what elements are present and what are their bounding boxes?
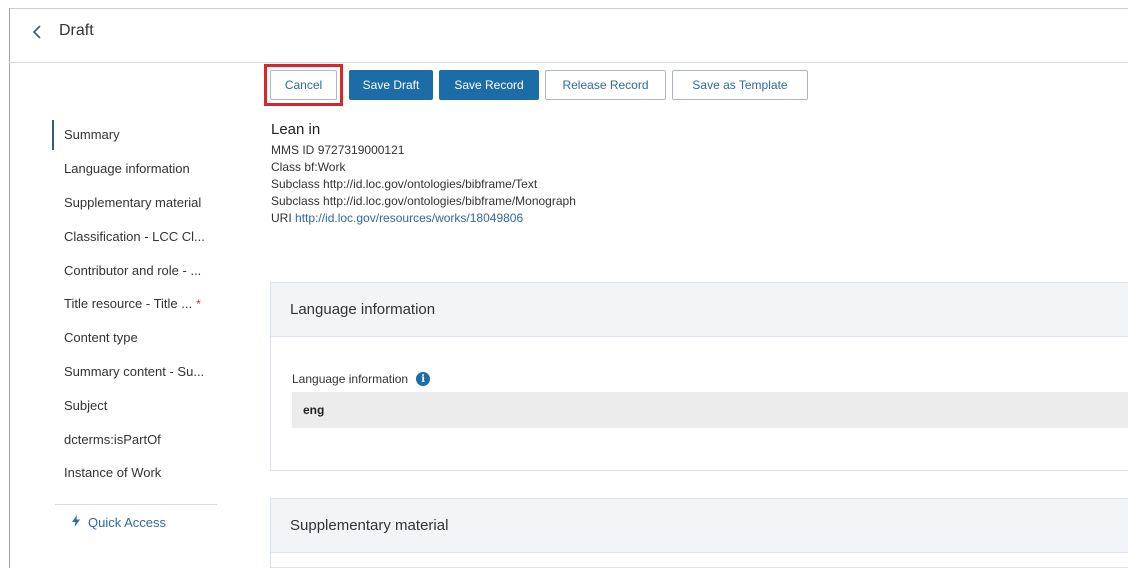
uri-line: URI http://id.loc.gov/resources/works/18…: [271, 210, 576, 227]
sidebar-item-supplementary-material[interactable]: Supplementary material: [52, 186, 232, 220]
sidebar-item-instance-of-work[interactable]: Instance of Work: [52, 456, 232, 490]
record-title: Lean in: [271, 121, 321, 138]
sidebar-item-label: Contributor and role - ...: [64, 262, 202, 278]
subclass-value: http://id.loc.gov/ontologies/bibframe/Te…: [323, 177, 538, 191]
sidebar-item-summary[interactable]: Summary: [52, 118, 232, 152]
chevron-left-icon[interactable]: [25, 20, 49, 44]
subclass-line: Subclass http://id.loc.gov/ontologies/bi…: [271, 193, 576, 210]
sidebar-item-contributor[interactable]: Contributor and role - ...: [52, 253, 232, 287]
sidebar-divider: [55, 504, 217, 505]
mms-id-label: MMS ID: [271, 143, 315, 157]
required-marker: *: [196, 296, 201, 311]
panel-heading[interactable]: Supplementary material: [271, 499, 1128, 553]
subclass-line: Subclass http://id.loc.gov/ontologies/bi…: [271, 176, 576, 193]
sidebar-item-label: Title resource - Title ...: [64, 296, 193, 312]
sidebar-item-label: dcterms:isPartOf: [64, 431, 161, 447]
record-summary: Lean in MMS ID 9727319000121 Class bf:Wo…: [271, 121, 576, 227]
sidebar-nav: Summary Language information Supplementa…: [52, 118, 232, 490]
sidebar-item-classification[interactable]: Classification - LCC Cl...: [52, 219, 232, 253]
sidebar-item-label: Instance of Work: [64, 465, 162, 481]
mms-id-line: MMS ID 9727319000121: [271, 142, 576, 159]
lightning-icon: [72, 515, 80, 530]
sidebar-item-title-resource[interactable]: Title resource - Title ... *: [52, 287, 232, 321]
save-record-button[interactable]: Save Record: [439, 70, 539, 100]
page-title: Draft: [59, 22, 94, 39]
sidebar-item-label: Supplementary material: [64, 194, 202, 210]
cancel-button[interactable]: Cancel: [270, 70, 337, 100]
top-bar: [9, 9, 1128, 63]
subclass-label: Subclass: [271, 177, 320, 191]
language-information-panel: Language information Language informatio…: [270, 282, 1128, 471]
sidebar-item-label: Summary content - Su...: [64, 363, 205, 379]
sidebar-item-label: Summary: [64, 127, 120, 143]
field-label: Language information i: [292, 337, 1128, 386]
sidebar-item-summary-content[interactable]: Summary content - Su...: [52, 355, 232, 389]
class-line: Class bf:Work: [271, 159, 576, 176]
subclass-value: http://id.loc.gov/ontologies/bibframe/Mo…: [323, 194, 576, 208]
sidebar-item-label: Classification - LCC Cl...: [64, 228, 205, 244]
panel-heading[interactable]: Language information: [271, 283, 1128, 337]
class-label: Class: [271, 160, 302, 174]
sidebar-item-label: Language information: [64, 161, 190, 177]
field-label-text: Language information: [292, 372, 409, 386]
sidebar-item-language-information[interactable]: Language information: [52, 152, 232, 186]
supplementary-material-panel: Supplementary material: [270, 498, 1128, 568]
save-as-template-button[interactable]: Save as Template: [672, 70, 808, 100]
release-record-button[interactable]: Release Record: [545, 70, 666, 100]
toolbar: Cancel Save Draft Save Record Release Re…: [264, 64, 808, 106]
info-icon[interactable]: i: [416, 372, 431, 386]
sidebar-item-label: Content type: [64, 330, 138, 346]
mms-id-value: 9727319000121: [317, 143, 405, 157]
sidebar-item-ispartof[interactable]: dcterms:isPartOf: [52, 422, 232, 456]
cancel-highlight: Cancel: [264, 64, 343, 106]
class-value: bf:Work: [304, 160, 346, 174]
sidebar-item-subject[interactable]: Subject: [52, 388, 232, 422]
panel-body: Language information i eng: [271, 337, 1128, 428]
subclass-label: Subclass: [271, 194, 320, 208]
uri-link[interactable]: http://id.loc.gov/resources/works/180498…: [295, 211, 523, 225]
save-draft-button[interactable]: Save Draft: [349, 70, 433, 100]
uri-label: URI: [271, 211, 292, 225]
quick-access-link[interactable]: Quick Access: [72, 515, 166, 530]
sidebar-item-content-type[interactable]: Content type: [52, 321, 232, 355]
language-value-field[interactable]: eng: [292, 392, 1128, 428]
sidebar-item-label: Subject: [64, 397, 108, 413]
quick-access-label: Quick Access: [88, 515, 167, 530]
